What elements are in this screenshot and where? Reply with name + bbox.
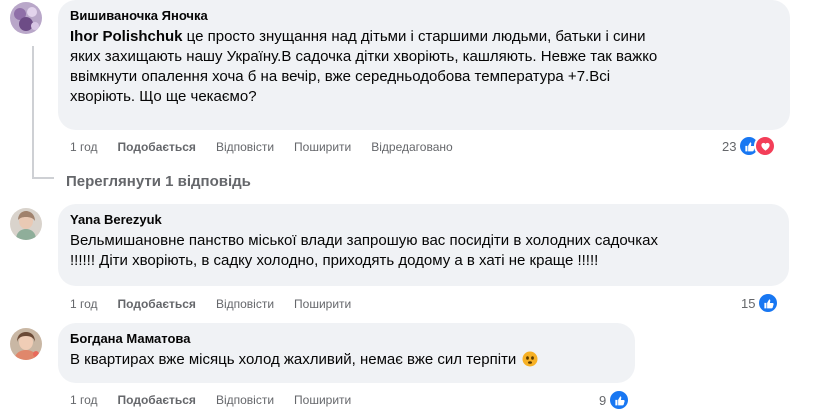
reply-button[interactable]: Відповісти [216,139,274,155]
comment-actions: 1 год Подобається Відповісти Поширити [70,392,351,408]
share-button[interactable]: Поширити [294,139,351,155]
reactions-summary[interactable]: 15 [741,292,780,314]
share-button[interactable]: Поширити [294,392,351,408]
like-icon [757,292,780,314]
comment-text-line: це просто знущання над дітьми і старшими… [182,28,646,45]
comment-text-line: яких захищають нашу Україну.В садочка ді… [70,48,658,65]
reactions-summary[interactable]: 23 [722,135,777,157]
share-button[interactable]: Поширити [294,296,351,312]
like-icon [608,389,631,411]
avatar[interactable] [10,2,42,34]
comment-author[interactable]: Yana Berezyuk [70,212,777,228]
comment-time[interactable]: 1 год [70,139,98,155]
avatar[interactable] [10,208,42,240]
mention-link[interactable]: Ihor Polishchuk [70,28,183,45]
reactions-summary[interactable]: 9 [599,389,631,411]
like-button[interactable]: Подобається [118,296,196,312]
thread-connector-branch [32,177,54,179]
comment-text-line: хворіють. Що ще чекаємо? [70,88,257,105]
edited-label[interactable]: Відредаговано [371,139,452,155]
reaction-count: 23 [722,138,737,154]
view-replies-link[interactable]: Переглянути 1 відповідь [66,172,251,192]
comment-time[interactable]: 1 год [70,296,98,312]
comment-actions: 1 год Подобається Відповісти Поширити [70,296,351,312]
avatar[interactable] [10,328,42,360]
reply-button[interactable]: Відповісти [216,392,274,408]
comment-author[interactable]: Вишиваночка Яночка [70,8,778,24]
comment-bubble: Богдана Маматова В квартирах вже місяць … [58,323,635,383]
reaction-count: 9 [599,392,607,408]
comment-time[interactable]: 1 год [70,392,98,408]
like-button[interactable]: Подобається [118,392,196,408]
thread-connector-line [32,46,34,179]
comment-text-line: Вельмишановне панство міської влади запр… [70,232,658,249]
reaction-count: 15 [741,295,756,311]
like-button[interactable]: Подобається [118,139,196,155]
comment-actions: 1 год Подобається Відповісти Поширити Ві… [70,139,453,155]
comment-text: Ihor Polishchuk це просто знущання над д… [70,27,778,107]
comment-bubble: Yana Berezyuk Вельмишановне панство місь… [58,204,789,286]
comment-text-line: В квартирах вже місяць холод жахливий, н… [70,351,517,368]
sad-face-emoji [522,351,538,367]
comment-author[interactable]: Богдана Маматова [70,331,623,347]
reply-button[interactable]: Відповісти [216,296,274,312]
comment-text: Вельмишановне панство міської влади запр… [70,231,777,271]
comment-text: В квартирах вже місяць холод жахливий, н… [70,350,623,370]
comment-bubble: Вишиваночка Яночка Ihor Polishchuk це пр… [58,0,790,130]
comment-text-line: !!!!!! Діти хворіють, в садку холодно, п… [70,252,599,269]
love-icon [754,135,777,157]
comment-text-line: ввімкнути опалення хоча б на вечір, вже … [70,68,611,85]
